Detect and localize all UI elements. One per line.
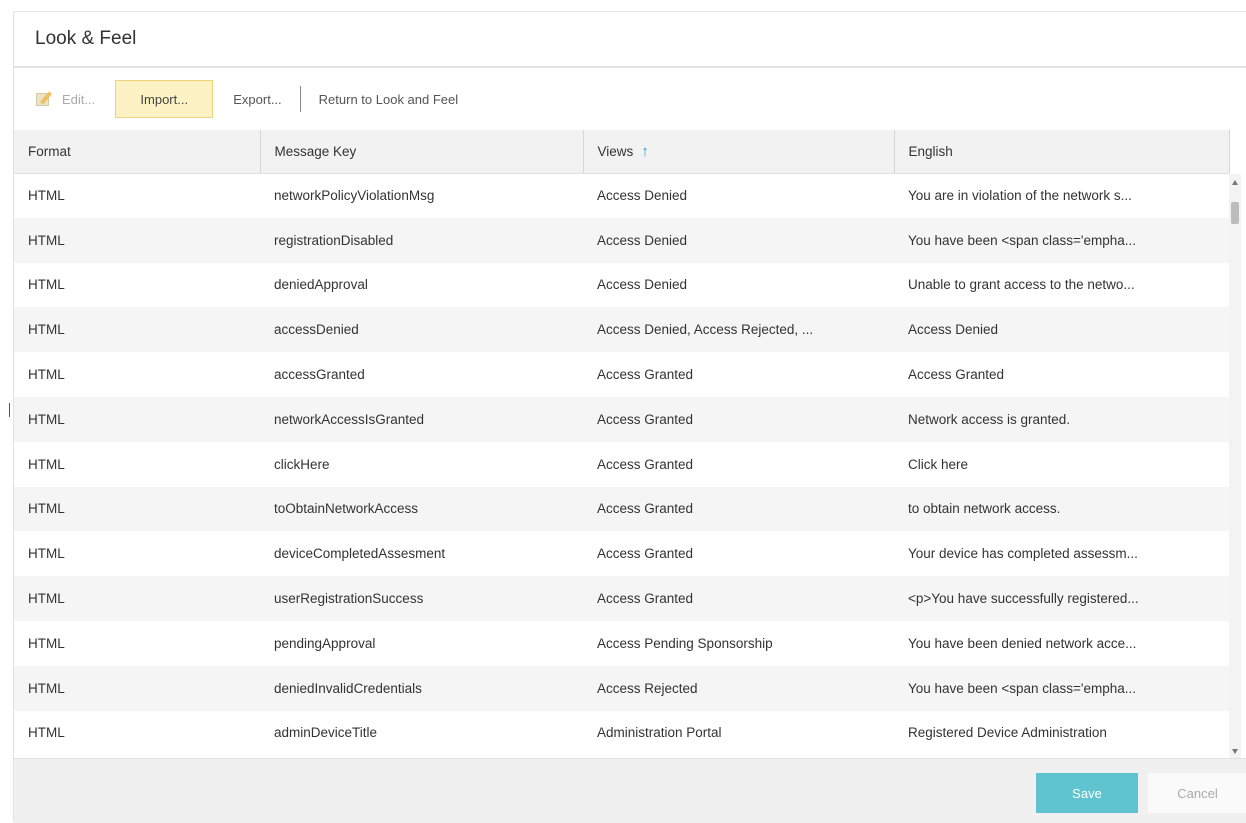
table-row[interactable]: HTML registrationDisabled Access Denied You…: [14, 217, 1229, 263]
views-cell: Access Granted: [583, 576, 894, 621]
english-cell: You have been denied network acce...: [908, 635, 1137, 651]
column-header-format[interactable]: Format: [14, 130, 261, 174]
english-cell: You have been <span class='empha...: [894, 665, 1229, 711]
message-key-cell: registrationDisabled: [260, 217, 583, 263]
format-cell: HTML: [14, 396, 260, 442]
table-row[interactable]: HTML deniedInvalidCredentials Access Rejec…: [14, 665, 1229, 711]
views-cell: Access Pending Sponsorship: [597, 635, 773, 651]
english-cell: Unable to grant access to the netwo...: [908, 277, 1135, 293]
format-cell: HTML: [28, 546, 65, 562]
english-cell: <p>You have successfully registered...: [894, 576, 1229, 621]
format-cell: HTML: [14, 217, 260, 263]
views-cell: Access Denied, Access Rejected, ...: [583, 307, 894, 353]
english-cell: Network access is granted.: [894, 396, 1229, 442]
return-to-look-and-feel-link[interactable]: Return to Look and Feel: [319, 80, 468, 118]
edit-button-label: Edit...: [62, 91, 96, 107]
message-key-cell: adminDeviceTitle: [274, 725, 378, 741]
table-row[interactable]: HTML adminDeviceTitle Administration Porta…: [14, 711, 1229, 756]
table-row[interactable]: HTML networkPolicyViolationMsg Access Deni…: [14, 173, 1229, 218]
message-key-cell: accessGranted: [274, 367, 365, 383]
views-cell: Access Denied: [597, 188, 688, 204]
table-row[interactable]: HTML toObtainNetworkAccess Access Granted t…: [14, 486, 1229, 532]
dialog-footer: Save Cancel: [14, 758, 1246, 823]
format-cell: HTML: [28, 635, 65, 651]
import-button[interactable]: Import...: [115, 80, 214, 118]
format-cell: HTML: [28, 456, 65, 472]
english-cell: You are in violation of the network s...: [908, 188, 1132, 204]
english-cell: Your device has completed assessm...: [908, 546, 1138, 562]
edit-button[interactable]: Edit...: [36, 80, 105, 118]
message-key-cell: deviceCompletedAssesment: [274, 546, 446, 562]
message-grid: Format Message Key Views ↑ English HTML ne…: [14, 130, 1246, 758]
format-cell: HTML: [28, 188, 65, 204]
table-row[interactable]: HTML accessDenied Access Denied, Access Re…: [14, 307, 1229, 353]
scroll-down-icon[interactable]: [1232, 749, 1238, 754]
views-cell: Access Granted: [597, 367, 694, 383]
table-body: HTML networkPolicyViolationMsg Access Deni…: [14, 173, 1229, 755]
message-key-cell: userRegistrationSuccess: [260, 576, 583, 621]
table-row[interactable]: HTML userRegistrationSuccess Access Grante…: [14, 576, 1229, 621]
english-cell: to obtain network access.: [894, 486, 1229, 532]
edit-icon: [36, 91, 54, 107]
table-row[interactable]: HTML clickHere Access Granted Click here: [14, 442, 1229, 487]
views-cell: Access Granted: [597, 456, 694, 472]
column-header-english[interactable]: English: [894, 130, 1230, 174]
table-row[interactable]: HTML accessGranted Access Granted Access Gr…: [14, 352, 1229, 397]
cancel-button[interactable]: Cancel: [1148, 773, 1246, 813]
english-cell: Access Granted: [908, 367, 1005, 383]
views-cell: Access Denied: [597, 277, 688, 293]
table-header-row: Format Message Key Views ↑ English: [14, 130, 1230, 174]
format-cell: HTML: [28, 725, 65, 741]
format-cell: HTML: [28, 277, 65, 293]
save-button[interactable]: Save: [1036, 773, 1138, 813]
message-key-cell: pendingApproval: [274, 635, 376, 651]
toolbar: Edit... Import... Export... Return to Lo…: [14, 68, 1246, 130]
english-cell: Registered Device Administration: [908, 725, 1107, 741]
format-cell: HTML: [14, 576, 260, 621]
message-key-cell: deniedApproval: [274, 277, 368, 293]
table-row[interactable]: HTML pendingApproval Access Pending Sponso…: [14, 621, 1229, 666]
look-and-feel-panel: Look & Feel Edit... Import... Export... …: [13, 11, 1246, 823]
views-cell: Access Granted: [597, 546, 694, 562]
format-cell: HTML: [14, 486, 260, 532]
scroll-up-icon[interactable]: [1232, 180, 1238, 185]
message-key-cell: deniedInvalidCredentials: [260, 665, 583, 711]
english-cell: Access Denied: [894, 307, 1229, 353]
table-row[interactable]: HTML deviceCompletedAssesment Access Grant…: [14, 531, 1229, 576]
views-cell: Access Denied: [583, 217, 894, 263]
english-cell: Click here: [908, 456, 969, 472]
format-cell: HTML: [14, 307, 260, 353]
column-header-label: Views: [597, 143, 634, 159]
column-header-label: Format: [28, 143, 71, 159]
english-cell: You have been <span class='empha...: [894, 217, 1229, 263]
message-key-cell: accessDenied: [260, 307, 583, 353]
views-cell: Access Granted: [583, 396, 894, 442]
format-cell: HTML: [28, 367, 65, 383]
message-key-cell: networkPolicyViolationMsg: [274, 188, 435, 204]
scrollbar-thumb[interactable]: [1231, 202, 1239, 224]
views-cell: Access Rejected: [583, 665, 894, 711]
column-header-views[interactable]: Views ↑: [583, 130, 895, 174]
column-header-label: English: [908, 143, 953, 159]
views-cell: Administration Portal: [597, 725, 722, 741]
page-title: Look & Feel: [35, 28, 137, 49]
vertical-scrollbar[interactable]: [1229, 174, 1241, 758]
column-header-label: Message Key: [274, 143, 357, 159]
table-row[interactable]: HTML networkAccessIsGranted Access Granted…: [14, 396, 1229, 442]
views-cell: Access Granted: [583, 486, 894, 532]
format-cell: HTML: [14, 665, 260, 711]
message-key-cell: networkAccessIsGranted: [260, 396, 583, 442]
panel-header: Look & Feel: [14, 12, 1246, 68]
message-key-cell: toObtainNetworkAccess: [260, 486, 583, 532]
column-header-message-key[interactable]: Message Key: [260, 130, 584, 174]
sort-ascending-icon[interactable]: ↑: [641, 143, 649, 160]
window-edge-marker: [9, 403, 10, 417]
toolbar-divider: [299, 86, 301, 112]
export-button[interactable]: Export...: [223, 80, 291, 118]
table-row[interactable]: HTML deniedApproval Access Denied Unable to…: [14, 263, 1229, 308]
message-table: Format Message Key Views ↑ English HTML ne…: [14, 130, 1230, 755]
message-key-cell: clickHere: [274, 456, 330, 472]
